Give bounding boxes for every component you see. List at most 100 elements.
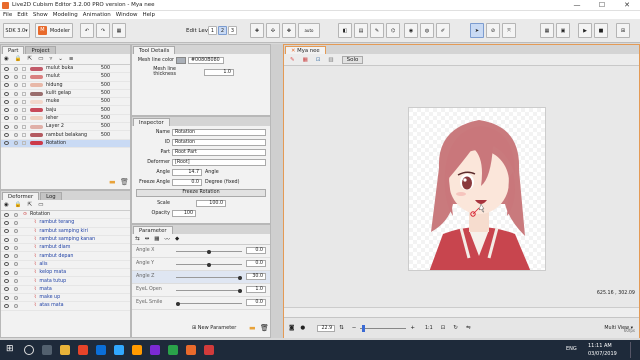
parameter-row[interactable]: EyeL Smile 0.0 <box>132 297 270 310</box>
select-icon[interactable] <box>14 303 18 308</box>
part-list-item[interactable]: hidung 500 <box>1 82 130 90</box>
part-select[interactable]: Root Part <box>172 149 266 156</box>
edit-level-1[interactable]: 1 <box>208 26 217 35</box>
rotate-view-icon[interactable]: ↻ <box>453 325 458 331</box>
visibility-icon[interactable] <box>4 91 9 96</box>
menu-edit[interactable]: Edit <box>17 12 28 18</box>
solo-button[interactable]: Solo <box>341 55 364 64</box>
edit-level-3[interactable]: 3 <box>228 26 237 35</box>
play-button[interactable]: ▶ <box>578 23 592 38</box>
visibility-icon[interactable] <box>4 262 9 267</box>
select-icon[interactable] <box>14 237 18 242</box>
camera-icon[interactable]: ◙ <box>289 325 294 331</box>
brush2-tool-button[interactable]: ✐ <box>436 23 450 38</box>
chevron-down-icon[interactable]: ⌄ <box>58 56 63 62</box>
part-list-item[interactable]: muke 500 <box>1 98 130 107</box>
select-icon[interactable] <box>14 133 18 138</box>
deformer-list-item[interactable]: ⌇ atas mata <box>1 302 130 311</box>
task-view-icon[interactable] <box>42 345 52 355</box>
tab-deformer[interactable]: Deformer <box>2 192 40 200</box>
opacity-field[interactable]: 100 <box>172 210 196 217</box>
part-list-item[interactable]: baju 500 <box>1 106 130 115</box>
zoom-slider[interactable] <box>360 324 407 332</box>
parameter-row[interactable]: Angle Z 30.0 <box>132 271 270 284</box>
mesh-thickness-field[interactable]: 1.0 <box>204 68 234 76</box>
freeze-rotation-button[interactable]: Freeze Rotation <box>136 189 266 197</box>
visibility-icon[interactable] <box>4 229 9 234</box>
flip-icon[interactable]: ⇋ <box>466 325 471 331</box>
eye-icon[interactable]: ◉ <box>4 202 9 208</box>
zoom-slider-knob[interactable] <box>362 324 366 332</box>
keyframe-icon[interactable]: ◆ <box>175 236 179 242</box>
new-parameter-button[interactable]: ⊞ New Parameter <box>192 325 236 331</box>
view-tool-button[interactable]: ◉ <box>404 23 418 38</box>
visibility-icon[interactable] <box>4 116 9 121</box>
mesh-tool-button[interactable]: ✚ <box>250 23 264 38</box>
chrome-icon[interactable] <box>78 345 88 355</box>
panel-toggle-button[interactable]: ▣ <box>556 23 570 38</box>
visibility-icon[interactable] <box>4 295 9 300</box>
part-list-item[interactable]: leher 500 <box>1 115 130 124</box>
delete-parameter-icon[interactable]: 🗑 <box>260 324 269 332</box>
part-list-item[interactable]: Layer 2 500 <box>1 123 130 132</box>
new-group-icon[interactable]: ▬ <box>249 324 256 332</box>
deformer-list-item[interactable]: ⌇ make up <box>1 294 130 303</box>
edit-level-2[interactable]: 2 <box>218 26 227 35</box>
deformer-select[interactable]: [Root] <box>172 159 266 166</box>
lock-icon[interactable] <box>22 124 26 129</box>
zoom-stepper-icon[interactable]: ⇅ <box>339 325 344 331</box>
transform-tool-button[interactable]: ⤧ <box>502 23 516 38</box>
close-button[interactable]: ✕ <box>616 0 638 11</box>
app-green-icon[interactable] <box>168 345 178 355</box>
record-icon[interactable]: ● <box>300 325 305 331</box>
tab-part[interactable]: Part <box>2 46 25 54</box>
select-icon[interactable] <box>14 262 18 267</box>
deformer-list-item[interactable]: ⌇ rambut samping kanan <box>1 236 130 245</box>
pin-icon[interactable]: ✎ <box>290 57 295 63</box>
shape-tool-button[interactable]: ◍ <box>420 23 434 38</box>
deformer-list-item[interactable]: ⌇ mata tutup <box>1 277 130 286</box>
grid-toggle-button[interactable]: ▦ <box>540 23 554 38</box>
angle-field[interactable]: 14.7 <box>172 169 202 176</box>
zoom-in-icon[interactable]: + <box>410 325 415 331</box>
tab-log[interactable]: Log <box>40 192 62 200</box>
visibility-icon[interactable] <box>4 303 9 308</box>
menu-modeling[interactable]: Modeling <box>53 12 78 18</box>
mesh-color-field[interactable]: #0080B080 <box>188 57 224 64</box>
minimize-button[interactable]: — <box>566 0 588 11</box>
link-icon[interactable]: ⇆ <box>135 236 140 242</box>
visibility-icon[interactable] <box>4 212 9 217</box>
tab-project[interactable]: Project <box>25 46 56 54</box>
parameter-value[interactable]: 30.0 <box>246 273 266 280</box>
close-tab-icon[interactable]: ✕ <box>291 48 295 54</box>
parameter-value[interactable]: 0.0 <box>246 260 266 267</box>
lock-icon[interactable] <box>22 66 26 71</box>
name-field[interactable]: Rotation <box>172 129 266 136</box>
visibility-icon[interactable] <box>4 108 9 113</box>
language-indicator[interactable]: ENG <box>566 346 577 352</box>
ratio-button[interactable]: 1:1 <box>425 326 433 331</box>
select-icon[interactable] <box>14 124 18 129</box>
curve-icon[interactable]: 〰 <box>164 235 170 243</box>
visibility-icon[interactable] <box>4 141 9 146</box>
panel-splitter[interactable] <box>271 44 283 338</box>
menu-file[interactable]: File <box>3 12 12 18</box>
brush-tool-button[interactable]: ✎ <box>370 23 384 38</box>
mesh-color-swatch[interactable] <box>176 57 186 64</box>
warp-tool-button[interactable]: ✣ <box>266 23 280 38</box>
lock-icon[interactable] <box>22 91 26 96</box>
deformer-list-item[interactable]: ⌇ mata <box>1 286 130 294</box>
lock-icon[interactable] <box>22 116 26 121</box>
lock-icon[interactable] <box>22 74 26 79</box>
options-icon[interactable]: ≡ <box>69 56 74 62</box>
deformer-list-item[interactable]: ⊙ Rotation <box>1 211 130 220</box>
show-desktop-button[interactable] <box>630 342 638 358</box>
lock-icon[interactable] <box>22 99 26 104</box>
select-arrow-button[interactable]: ➤ <box>470 23 484 38</box>
parameter-row[interactable]: EyeL Open 1.0 <box>132 284 270 297</box>
parameter-value[interactable]: 0.0 <box>246 247 266 254</box>
parameter-slider[interactable] <box>176 303 242 304</box>
menu-show[interactable]: Show <box>33 12 48 18</box>
select-icon[interactable] <box>14 212 18 217</box>
visibility-icon[interactable] <box>4 66 9 71</box>
